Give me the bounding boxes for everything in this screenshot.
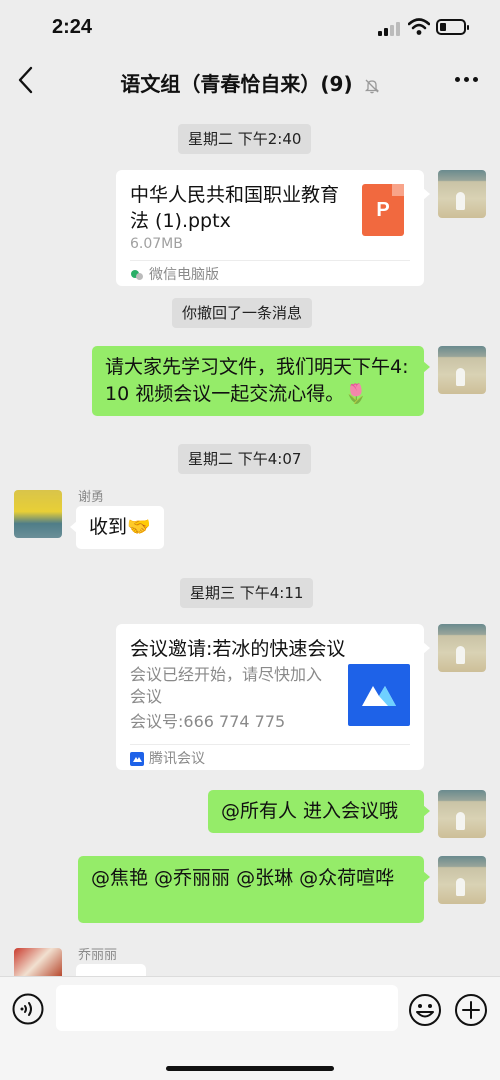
text-message[interactable]: @焦艳 @乔丽丽 @张琳 @众荷喧哗 xyxy=(78,856,430,923)
status-time: 2:24 xyxy=(52,16,93,38)
sender-name: 谢勇 xyxy=(78,490,105,505)
self-avatar[interactable] xyxy=(438,346,486,394)
meeting-title: 会议邀请:若冰的快速会议 xyxy=(130,638,346,660)
voice-input-icon[interactable] xyxy=(12,993,44,1025)
timestamp: 星期二 下午4:07 xyxy=(178,444,312,474)
more-options-icon[interactable] xyxy=(454,76,480,84)
chat-title: 语文组（青春恰自来）(9) xyxy=(0,68,500,97)
self-avatar[interactable] xyxy=(438,790,486,838)
mute-bell-icon xyxy=(364,79,379,93)
self-avatar[interactable] xyxy=(438,856,486,904)
sender-name: 乔丽丽 xyxy=(78,948,118,963)
recall-notice: 你撤回了一条消息 xyxy=(172,298,313,328)
battery-icon xyxy=(436,19,469,35)
timestamp: 星期三 下午4:11 xyxy=(180,578,314,608)
home-indicator xyxy=(166,1066,334,1071)
ppt-file-icon: P xyxy=(362,184,404,236)
text-message[interactable]: @所有人 进入会议哦 xyxy=(208,790,430,833)
input-bar xyxy=(0,976,500,1080)
card-divider xyxy=(130,260,410,261)
chat-header: 语文组（青春恰自来）(9) xyxy=(0,56,500,106)
meeting-invite-card[interactable]: 会议邀请:若冰的快速会议 会议已经开始，请尽快加入会议 会议号:666 774 … xyxy=(116,624,430,770)
tencent-meeting-small-icon xyxy=(130,752,144,766)
emoji-icon[interactable] xyxy=(408,993,442,1027)
tencent-meeting-logo-icon xyxy=(348,664,410,726)
sender-avatar-xieyong[interactable] xyxy=(14,490,62,538)
meeting-id: 会议号:666 774 775 xyxy=(130,712,286,731)
meeting-description: 会议已经开始，请尽快加入会议 xyxy=(130,665,323,706)
text-message[interactable]: 收到🤝 xyxy=(70,506,164,549)
text-message[interactable]: 请大家先学习文件，我们明天下午4:10 视频会议一起交流心得。🌷 xyxy=(92,346,430,416)
sender-avatar-qiaolili[interactable] xyxy=(14,948,62,976)
card-divider xyxy=(130,744,410,745)
self-avatar[interactable] xyxy=(438,170,486,218)
wechat-pc-icon xyxy=(131,270,143,280)
card-source: 微信电脑版 xyxy=(130,264,219,284)
message-partial xyxy=(76,964,146,976)
chat-title-text: 语文组（青春恰自来）(9) xyxy=(120,72,353,96)
file-name: 中华人民共和国职业教育法 (1).pptx xyxy=(130,184,340,232)
file-message[interactable]: 中华人民共和国职业教育法 (1).pptx 6.07MB P 微信电脑版 xyxy=(116,170,430,286)
more-actions-plus-icon[interactable] xyxy=(454,993,488,1027)
cellular-signal-icon xyxy=(378,22,404,36)
message-input[interactable] xyxy=(56,985,398,1031)
status-bar: 2:24 xyxy=(0,0,500,56)
wifi-icon xyxy=(408,18,430,35)
timestamp: 星期二 下午2:40 xyxy=(178,124,312,154)
self-avatar[interactable] xyxy=(438,624,486,672)
card-source: 腾讯会议 xyxy=(130,748,205,768)
file-size: 6.07MB xyxy=(130,236,183,252)
